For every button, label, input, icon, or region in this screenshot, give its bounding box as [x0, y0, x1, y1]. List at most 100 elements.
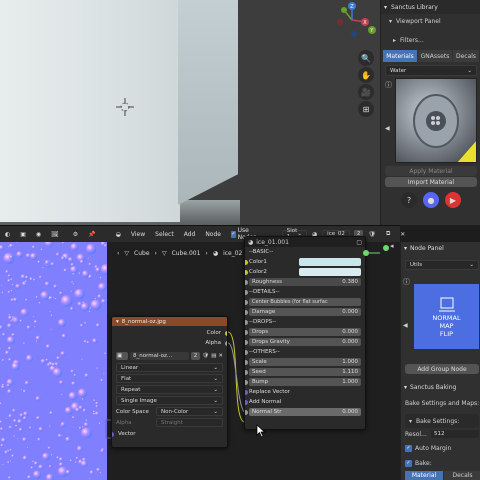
image-users-count[interactable]: 2 — [190, 352, 201, 360]
sanctus-library-header[interactable]: ▾ Sanctus Library — [381, 0, 480, 14]
details-socket[interactable] — [245, 289, 248, 295]
color-space-select[interactable]: Non-Color ⌄ — [156, 407, 223, 416]
tab-material[interactable]: Material — [405, 471, 443, 480]
pin-icon[interactable]: 📌 — [83, 231, 100, 238]
menu-node[interactable]: Node — [200, 231, 226, 238]
normal-map-flip-preview[interactable]: NORMAL MAP FLIP — [414, 284, 479, 349]
tab-decals[interactable]: Decals — [453, 50, 479, 62]
fake-user-icon[interactable]: 🛡 — [363, 231, 381, 238]
collapse-arrow-icon[interactable]: ◂ — [390, 242, 394, 250]
fake-user-icon[interactable]: 🛡 — [202, 353, 209, 359]
breadcrumb-material[interactable]: ice_02 — [223, 250, 242, 257]
tab-decals[interactable]: Decals — [444, 471, 480, 480]
breadcrumb-object[interactable]: Cube — [134, 250, 150, 257]
viewport-panel-header[interactable]: ▾ Viewport Panel — [381, 14, 480, 28]
drops-header-socket[interactable] — [245, 319, 248, 325]
image-texture-node[interactable]: ▾ 8_normal-oz.jpg Color Alpha ▣ 8_normal… — [111, 316, 228, 448]
tab-gnassets[interactable]: GNAssets — [418, 50, 452, 62]
damage-field[interactable]: Damage 0.000 — [249, 308, 361, 316]
center-bubbles-field[interactable]: Center Bubbles (for flat surfac — [249, 298, 361, 306]
color-output-socket[interactable] — [225, 330, 227, 336]
damage-socket[interactable] — [245, 309, 248, 315]
source-select[interactable]: Single Image ⌄ — [116, 396, 223, 405]
drops-field[interactable]: Drops 0.000 — [249, 328, 361, 336]
shader-output-socket[interactable] — [363, 250, 369, 256]
help-icon[interactable]: ⓘ — [385, 80, 395, 90]
shader-type-icon[interactable]: ◒ — [111, 231, 126, 238]
image-node-header[interactable]: ▾ 8_normal-oz.jpg — [112, 317, 227, 326]
alpha-output-socket[interactable] — [225, 340, 227, 346]
apply-material-button[interactable]: Apply Material — [385, 166, 477, 176]
prev-arrow-icon[interactable]: ◀ — [403, 322, 408, 329]
import-material-button[interactable]: Import Material — [385, 177, 477, 187]
color2-socket[interactable] — [245, 269, 248, 275]
replace-vector-socket[interactable] — [245, 389, 248, 395]
normal-map-image-view[interactable] — [0, 242, 107, 480]
menu-select[interactable]: Select — [150, 231, 179, 238]
scale-field[interactable]: Scale 1.000 — [249, 358, 361, 366]
bake-settings-box[interactable]: ▾ Bake Settings: — [405, 414, 479, 428]
group-node-header[interactable]: ◕ ice_01.001 ▢ — [245, 237, 365, 247]
add-group-node-button[interactable]: Add Group Node — [405, 364, 479, 374]
node-tree-icon[interactable]: ▢ — [356, 239, 362, 246]
breadcrumb-mesh[interactable]: Cube.001 — [172, 250, 201, 257]
image-editor-icon[interactable]: ▣ — [15, 231, 31, 238]
bake-row[interactable]: ✓ Bake: — [405, 460, 432, 467]
roughness-field[interactable]: Roughness 0.380 — [249, 278, 361, 286]
camera-icon[interactable]: 🎥 — [358, 84, 374, 100]
discord-icon[interactable]: ● — [423, 192, 439, 208]
view-icon[interactable]: ◉ — [31, 231, 46, 238]
drops-socket[interactable] — [245, 329, 248, 335]
navigation-gizmo[interactable]: Z X Y — [330, 0, 380, 45]
color1-socket[interactable] — [245, 259, 248, 265]
grid-ortho-icon[interactable]: ⊞ — [358, 101, 374, 117]
chevron-left-icon[interactable]: ‹ — [117, 250, 119, 257]
ice-group-node[interactable]: ◕ ice_01.001 ▢ --BASIC-- Color1 Color2 R… — [244, 236, 366, 430]
zoom-icon[interactable]: 🔍 — [358, 50, 374, 66]
add-normal-socket[interactable] — [245, 399, 248, 405]
menu-add[interactable]: Add — [179, 231, 201, 238]
color2-swatch[interactable] — [299, 268, 361, 276]
color1-swatch[interactable] — [299, 258, 361, 266]
youtube-icon[interactable]: ▶ — [445, 192, 461, 208]
vector-input-socket[interactable] — [112, 431, 114, 437]
category-select[interactable]: Utils ⌄ — [405, 260, 479, 270]
bump-field[interactable]: Bump 1.000 — [249, 378, 361, 386]
prev-arrow-icon[interactable]: ◀ — [385, 125, 390, 132]
drops-gravity-field[interactable]: Drops Gravity 0.000 — [249, 338, 361, 346]
hand-pan-icon[interactable]: ✋ — [358, 67, 374, 83]
question-icon[interactable]: ? — [401, 192, 417, 208]
seed-field[interactable]: Seed 1.110 — [249, 368, 361, 376]
roughness-socket[interactable] — [245, 279, 248, 285]
alpha-mode-select[interactable]: Straight — [156, 418, 223, 427]
extension-select[interactable]: Repeat ⌄ — [116, 385, 223, 394]
bump-socket[interactable] — [245, 379, 248, 385]
image-browse-icon[interactable]: 🖼 — [46, 231, 64, 238]
close-icon[interactable]: ✕ — [395, 231, 410, 238]
image-name-field[interactable]: 8_normal-oz... — [130, 352, 189, 360]
normal-str-socket[interactable] — [245, 409, 248, 415]
filters-row[interactable]: ▸ Filters... — [381, 33, 480, 47]
sanctus-baking-header[interactable]: ▾ Sanctus Baking — [401, 380, 480, 394]
material-select[interactable]: Water ⌄ — [385, 65, 477, 76]
others-socket[interactable] — [245, 349, 248, 355]
tab-materials[interactable]: Materials — [383, 50, 417, 62]
overlay-icon[interactable]: ⚙ — [68, 231, 83, 238]
seed-socket[interactable] — [245, 369, 248, 375]
duplicate-icon[interactable]: ⧉ — [381, 230, 395, 238]
drops-gravity-socket[interactable] — [245, 339, 248, 345]
projection-select[interactable]: Flat ⌄ — [116, 374, 223, 383]
normal-str-field[interactable]: Normal Str 0.000 — [249, 408, 361, 416]
favorite-star-icon[interactable] — [465, 150, 477, 162]
help-icon[interactable]: ⓘ — [403, 277, 410, 287]
resolution-field[interactable]: 512 — [431, 430, 479, 438]
shader-editor-icon[interactable]: ◐ — [0, 231, 15, 238]
menu-view[interactable]: View — [126, 231, 150, 238]
node-panel-header[interactable]: ▾ Node Panel — [401, 242, 480, 255]
close-icon[interactable]: ✕ — [218, 353, 223, 359]
auto-margin-row[interactable]: ✓ Auto Margin — [405, 445, 451, 452]
open-folder-icon[interactable]: ▤ — [211, 353, 216, 359]
group-name-field[interactable]: ice_01.001 — [256, 239, 289, 246]
3d-viewport[interactable]: Z X Y 🔍 ✋ 🎥 ⊞ — [0, 0, 380, 225]
image-browse-icon[interactable]: ▣ — [116, 352, 128, 360]
